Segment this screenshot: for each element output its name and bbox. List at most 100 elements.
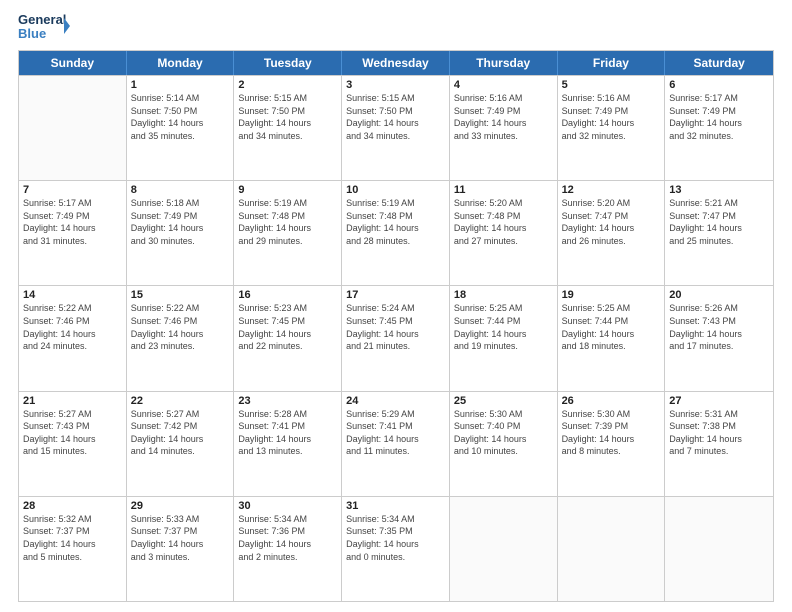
- day-number: 21: [23, 395, 122, 407]
- cal-cell-3-6: 27Sunrise: 5:31 AM Sunset: 7:38 PM Dayli…: [665, 392, 773, 496]
- cal-cell-4-5: [558, 497, 666, 601]
- cal-cell-3-1: 22Sunrise: 5:27 AM Sunset: 7:42 PM Dayli…: [127, 392, 235, 496]
- logo: General Blue: [18, 10, 70, 46]
- cell-info: Sunrise: 5:17 AM Sunset: 7:49 PM Dayligh…: [669, 92, 769, 142]
- cal-cell-1-3: 10Sunrise: 5:19 AM Sunset: 7:48 PM Dayli…: [342, 181, 450, 285]
- cell-info: Sunrise: 5:28 AM Sunset: 7:41 PM Dayligh…: [238, 408, 337, 458]
- cell-info: Sunrise: 5:22 AM Sunset: 7:46 PM Dayligh…: [131, 302, 230, 352]
- day-number: 29: [131, 500, 230, 512]
- logo-svg: General Blue: [18, 10, 70, 46]
- cell-info: Sunrise: 5:19 AM Sunset: 7:48 PM Dayligh…: [238, 197, 337, 247]
- day-number: 14: [23, 289, 122, 301]
- cal-row-1: 1Sunrise: 5:14 AM Sunset: 7:50 PM Daylig…: [19, 75, 773, 180]
- cal-cell-2-5: 19Sunrise: 5:25 AM Sunset: 7:44 PM Dayli…: [558, 286, 666, 390]
- day-number: 20: [669, 289, 769, 301]
- cell-info: Sunrise: 5:16 AM Sunset: 7:49 PM Dayligh…: [454, 92, 553, 142]
- cell-info: Sunrise: 5:27 AM Sunset: 7:43 PM Dayligh…: [23, 408, 122, 458]
- cell-info: Sunrise: 5:26 AM Sunset: 7:43 PM Dayligh…: [669, 302, 769, 352]
- cell-info: Sunrise: 5:30 AM Sunset: 7:40 PM Dayligh…: [454, 408, 553, 458]
- cell-info: Sunrise: 5:34 AM Sunset: 7:36 PM Dayligh…: [238, 513, 337, 563]
- day-number: 12: [562, 184, 661, 196]
- day-number: 7: [23, 184, 122, 196]
- cal-cell-0-2: 2Sunrise: 5:15 AM Sunset: 7:50 PM Daylig…: [234, 76, 342, 180]
- day-number: 17: [346, 289, 445, 301]
- cell-info: Sunrise: 5:31 AM Sunset: 7:38 PM Dayligh…: [669, 408, 769, 458]
- cal-cell-0-6: 6Sunrise: 5:17 AM Sunset: 7:49 PM Daylig…: [665, 76, 773, 180]
- day-number: 23: [238, 395, 337, 407]
- cell-info: Sunrise: 5:14 AM Sunset: 7:50 PM Dayligh…: [131, 92, 230, 142]
- cell-info: Sunrise: 5:23 AM Sunset: 7:45 PM Dayligh…: [238, 302, 337, 352]
- header-cell-monday: Monday: [127, 51, 235, 75]
- day-number: 8: [131, 184, 230, 196]
- cal-cell-4-2: 30Sunrise: 5:34 AM Sunset: 7:36 PM Dayli…: [234, 497, 342, 601]
- day-number: 15: [131, 289, 230, 301]
- cell-info: Sunrise: 5:25 AM Sunset: 7:44 PM Dayligh…: [454, 302, 553, 352]
- day-number: 28: [23, 500, 122, 512]
- cal-cell-0-1: 1Sunrise: 5:14 AM Sunset: 7:50 PM Daylig…: [127, 76, 235, 180]
- cal-row-2: 7Sunrise: 5:17 AM Sunset: 7:49 PM Daylig…: [19, 180, 773, 285]
- header-cell-friday: Friday: [558, 51, 666, 75]
- cal-cell-4-0: 28Sunrise: 5:32 AM Sunset: 7:37 PM Dayli…: [19, 497, 127, 601]
- day-number: 26: [562, 395, 661, 407]
- header-cell-saturday: Saturday: [665, 51, 773, 75]
- cal-cell-2-0: 14Sunrise: 5:22 AM Sunset: 7:46 PM Dayli…: [19, 286, 127, 390]
- day-number: 5: [562, 79, 661, 91]
- day-number: 4: [454, 79, 553, 91]
- cal-row-3: 14Sunrise: 5:22 AM Sunset: 7:46 PM Dayli…: [19, 285, 773, 390]
- day-number: 10: [346, 184, 445, 196]
- cal-cell-1-0: 7Sunrise: 5:17 AM Sunset: 7:49 PM Daylig…: [19, 181, 127, 285]
- cell-info: Sunrise: 5:17 AM Sunset: 7:49 PM Dayligh…: [23, 197, 122, 247]
- day-number: 9: [238, 184, 337, 196]
- header-cell-wednesday: Wednesday: [342, 51, 450, 75]
- calendar: SundayMondayTuesdayWednesdayThursdayFrid…: [18, 50, 774, 602]
- cal-cell-2-2: 16Sunrise: 5:23 AM Sunset: 7:45 PM Dayli…: [234, 286, 342, 390]
- cal-cell-4-6: [665, 497, 773, 601]
- cal-cell-0-5: 5Sunrise: 5:16 AM Sunset: 7:49 PM Daylig…: [558, 76, 666, 180]
- svg-text:Blue: Blue: [18, 26, 46, 41]
- day-number: 27: [669, 395, 769, 407]
- cell-info: Sunrise: 5:15 AM Sunset: 7:50 PM Dayligh…: [238, 92, 337, 142]
- cal-row-4: 21Sunrise: 5:27 AM Sunset: 7:43 PM Dayli…: [19, 391, 773, 496]
- day-number: 18: [454, 289, 553, 301]
- page: General Blue SundayMondayTuesdayWednesda…: [0, 0, 792, 612]
- cell-info: Sunrise: 5:19 AM Sunset: 7:48 PM Dayligh…: [346, 197, 445, 247]
- calendar-header-row: SundayMondayTuesdayWednesdayThursdayFrid…: [19, 51, 773, 75]
- cal-cell-1-2: 9Sunrise: 5:19 AM Sunset: 7:48 PM Daylig…: [234, 181, 342, 285]
- header-cell-sunday: Sunday: [19, 51, 127, 75]
- cal-cell-4-1: 29Sunrise: 5:33 AM Sunset: 7:37 PM Dayli…: [127, 497, 235, 601]
- cell-info: Sunrise: 5:20 AM Sunset: 7:48 PM Dayligh…: [454, 197, 553, 247]
- cell-info: Sunrise: 5:24 AM Sunset: 7:45 PM Dayligh…: [346, 302, 445, 352]
- cal-cell-1-5: 12Sunrise: 5:20 AM Sunset: 7:47 PM Dayli…: [558, 181, 666, 285]
- cell-info: Sunrise: 5:34 AM Sunset: 7:35 PM Dayligh…: [346, 513, 445, 563]
- cal-cell-1-1: 8Sunrise: 5:18 AM Sunset: 7:49 PM Daylig…: [127, 181, 235, 285]
- cal-cell-2-6: 20Sunrise: 5:26 AM Sunset: 7:43 PM Dayli…: [665, 286, 773, 390]
- cal-cell-3-3: 24Sunrise: 5:29 AM Sunset: 7:41 PM Dayli…: [342, 392, 450, 496]
- cell-info: Sunrise: 5:22 AM Sunset: 7:46 PM Dayligh…: [23, 302, 122, 352]
- svg-text:General: General: [18, 12, 66, 27]
- cal-cell-3-5: 26Sunrise: 5:30 AM Sunset: 7:39 PM Dayli…: [558, 392, 666, 496]
- cell-info: Sunrise: 5:16 AM Sunset: 7:49 PM Dayligh…: [562, 92, 661, 142]
- header-cell-thursday: Thursday: [450, 51, 558, 75]
- day-number: 24: [346, 395, 445, 407]
- day-number: 25: [454, 395, 553, 407]
- header: General Blue: [18, 10, 774, 46]
- cal-cell-1-6: 13Sunrise: 5:21 AM Sunset: 7:47 PM Dayli…: [665, 181, 773, 285]
- day-number: 31: [346, 500, 445, 512]
- cal-cell-3-0: 21Sunrise: 5:27 AM Sunset: 7:43 PM Dayli…: [19, 392, 127, 496]
- cal-cell-0-0: [19, 76, 127, 180]
- header-cell-tuesday: Tuesday: [234, 51, 342, 75]
- cell-info: Sunrise: 5:29 AM Sunset: 7:41 PM Dayligh…: [346, 408, 445, 458]
- day-number: 16: [238, 289, 337, 301]
- cal-cell-4-4: [450, 497, 558, 601]
- day-number: 19: [562, 289, 661, 301]
- cal-cell-2-3: 17Sunrise: 5:24 AM Sunset: 7:45 PM Dayli…: [342, 286, 450, 390]
- cell-info: Sunrise: 5:27 AM Sunset: 7:42 PM Dayligh…: [131, 408, 230, 458]
- cell-info: Sunrise: 5:30 AM Sunset: 7:39 PM Dayligh…: [562, 408, 661, 458]
- cal-cell-2-1: 15Sunrise: 5:22 AM Sunset: 7:46 PM Dayli…: [127, 286, 235, 390]
- cell-info: Sunrise: 5:21 AM Sunset: 7:47 PM Dayligh…: [669, 197, 769, 247]
- cell-info: Sunrise: 5:25 AM Sunset: 7:44 PM Dayligh…: [562, 302, 661, 352]
- cell-info: Sunrise: 5:32 AM Sunset: 7:37 PM Dayligh…: [23, 513, 122, 563]
- cal-cell-3-2: 23Sunrise: 5:28 AM Sunset: 7:41 PM Dayli…: [234, 392, 342, 496]
- day-number: 3: [346, 79, 445, 91]
- cal-cell-2-4: 18Sunrise: 5:25 AM Sunset: 7:44 PM Dayli…: [450, 286, 558, 390]
